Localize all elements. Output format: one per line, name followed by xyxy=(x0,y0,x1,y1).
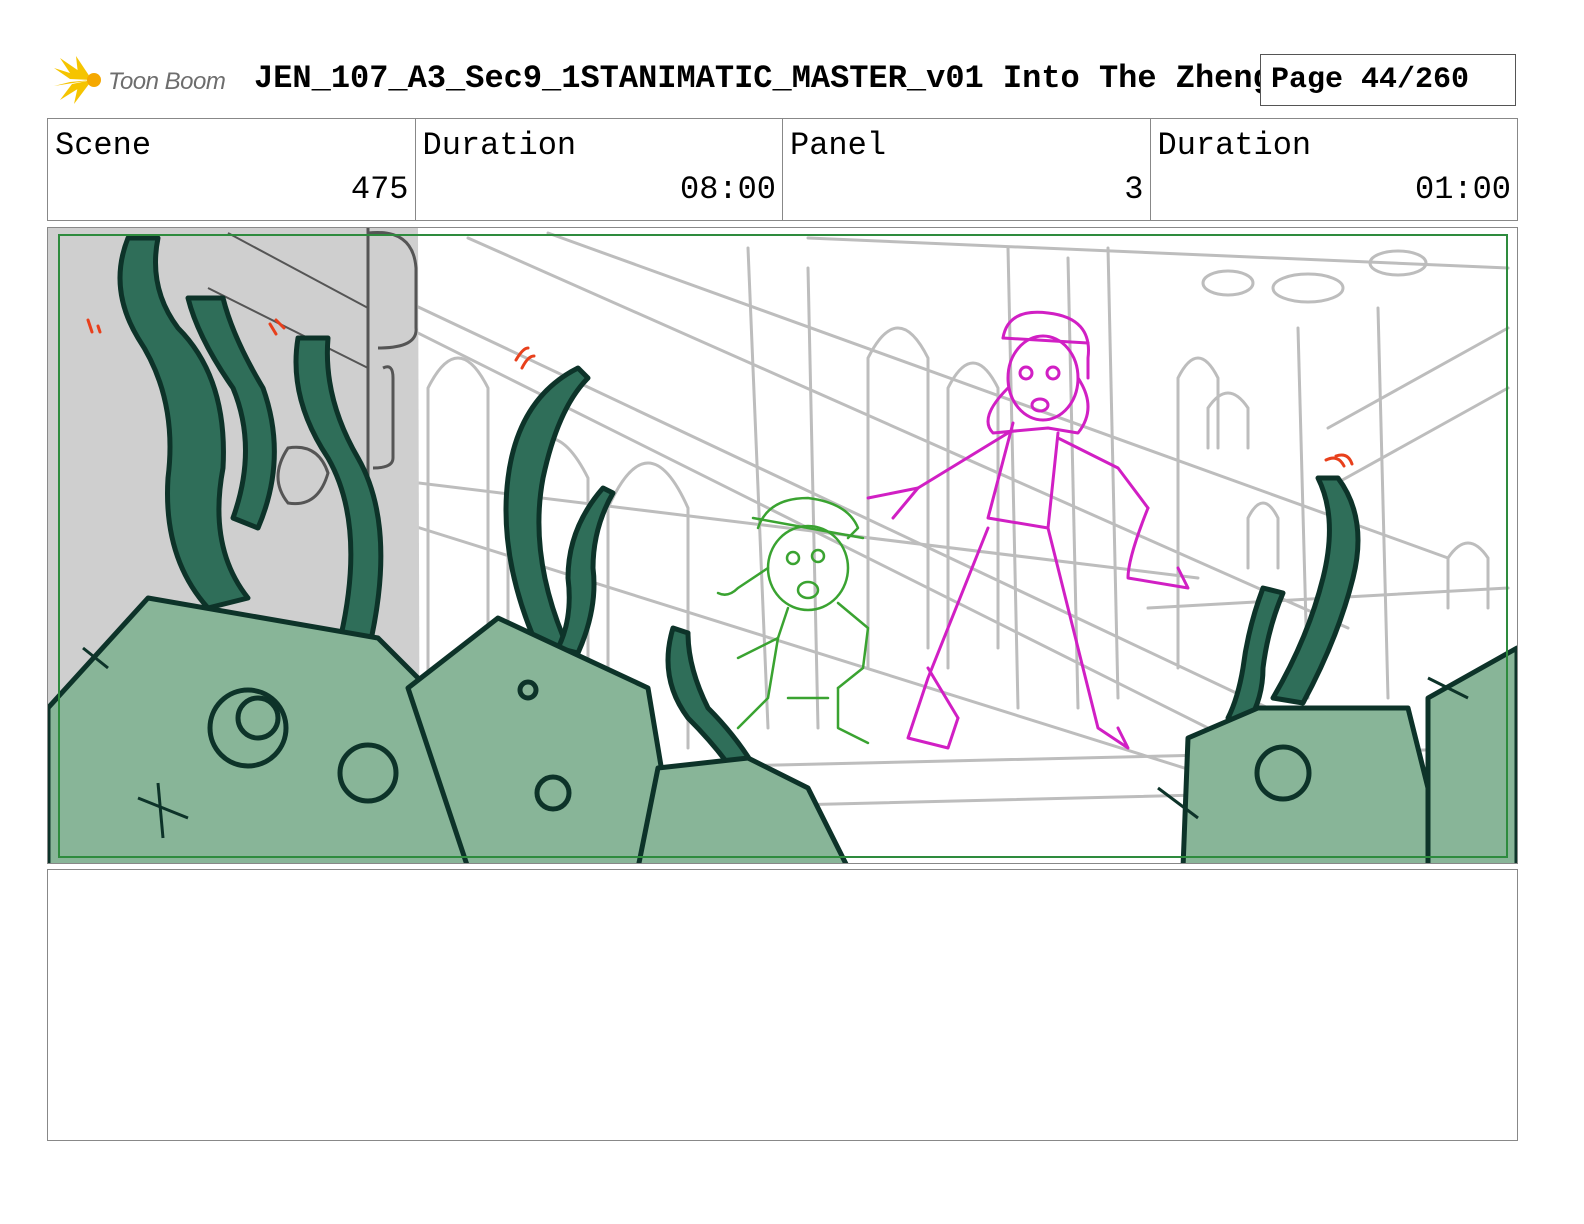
green-character xyxy=(716,496,870,745)
page-number: Page 44/260 xyxy=(1260,54,1516,106)
panel-cell: Panel 3 xyxy=(783,119,1151,220)
panel-drawing xyxy=(48,228,1517,863)
panel-duration-cell: Duration 01:00 xyxy=(1151,119,1518,220)
starburst-icon xyxy=(54,56,101,104)
panel-duration-label: Duration xyxy=(1157,127,1312,164)
rocks xyxy=(48,595,1517,863)
storyboard-panel xyxy=(47,227,1518,864)
toon-boom-logo: Toon Boom xyxy=(52,54,242,106)
logo-text: Toon Boom xyxy=(108,68,226,95)
scene-duration-value: 08:00 xyxy=(679,171,776,208)
scene-cell: Scene 475 xyxy=(48,119,416,220)
scene-duration-cell: Duration 08:00 xyxy=(416,119,783,220)
panel-value: 3 xyxy=(1124,171,1144,208)
panel-label: Panel xyxy=(790,127,887,164)
notes-box xyxy=(47,869,1518,1141)
scene-duration-label: Duration xyxy=(422,127,577,164)
scene-label: Scene xyxy=(55,127,152,164)
storyboard-header: Toon Boom JEN_107_A3_Sec9_1STANIMATIC_MA… xyxy=(48,50,1536,110)
panel-duration-value: 01:00 xyxy=(1414,171,1511,208)
scene-info-table: Scene 475 Duration 08:00 Panel 3 Duratio… xyxy=(47,118,1518,221)
scene-value: 475 xyxy=(350,171,409,208)
